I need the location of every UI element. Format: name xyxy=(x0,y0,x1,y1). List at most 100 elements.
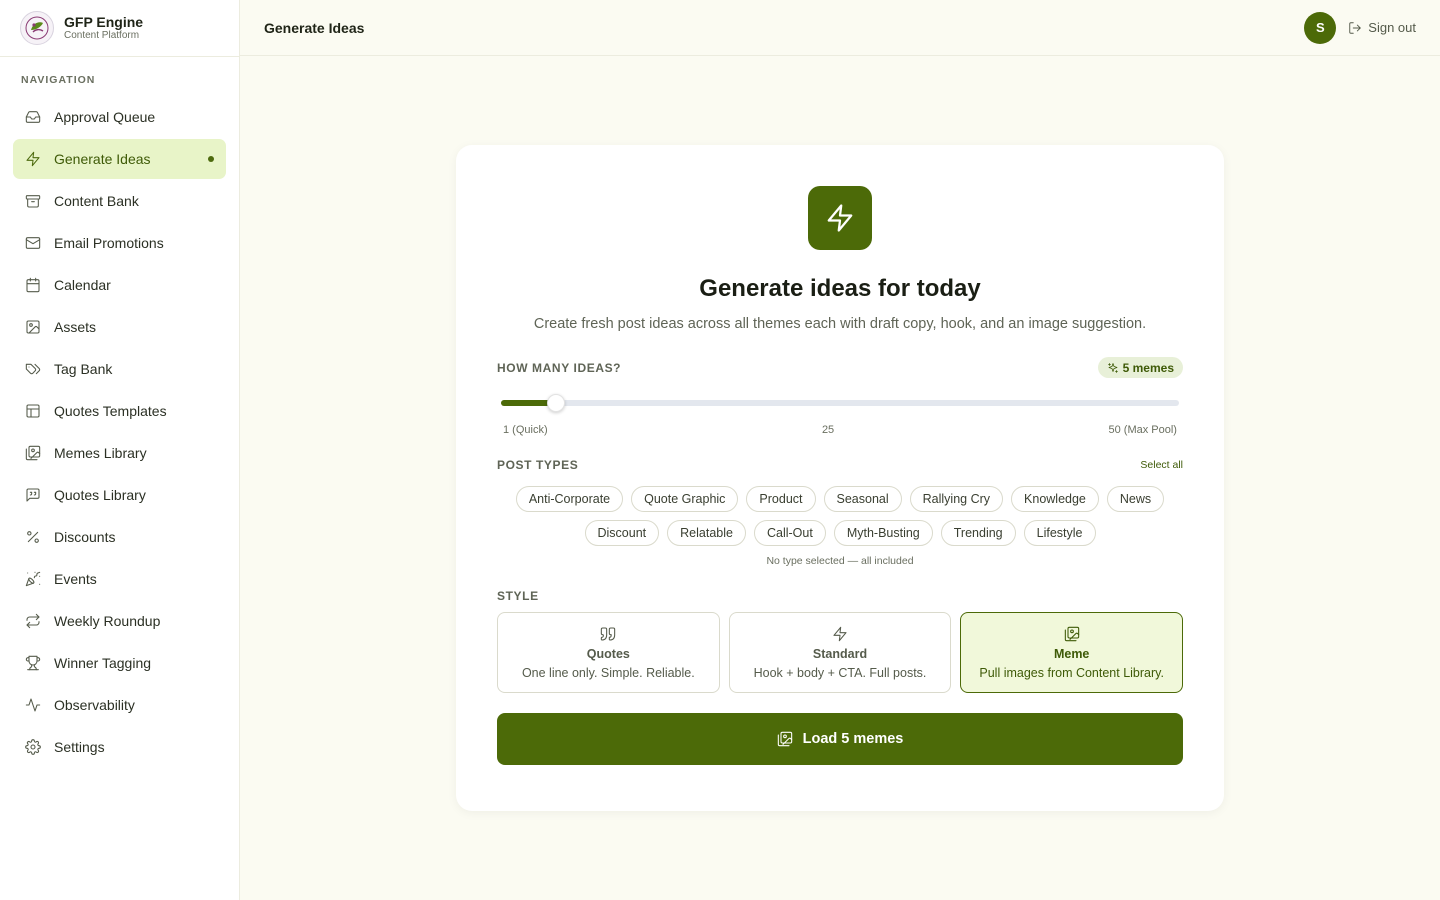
chip-seasonal[interactable]: Seasonal xyxy=(823,486,902,512)
post-type-chips: Anti-Corporate Quote Graphic Product Sea… xyxy=(505,486,1175,546)
sparkles-icon xyxy=(1107,362,1118,373)
card-title: Generate ideas for today xyxy=(699,275,981,302)
sidebar-item-approval-queue[interactable]: Approval Queue xyxy=(13,97,226,137)
chip-trending[interactable]: Trending xyxy=(940,520,1016,546)
chip-myth-busting[interactable]: Myth-Busting xyxy=(833,520,933,546)
slider-min-label: 1 (Quick) xyxy=(503,424,548,436)
sidebar-item-winner-tagging[interactable]: Winner Tagging xyxy=(13,643,226,683)
chip-quote-graphic[interactable]: Quote Graphic xyxy=(631,486,739,512)
sidebar-item-label: Memes Library xyxy=(54,445,147,461)
quote-icon xyxy=(601,626,616,641)
inbox-icon xyxy=(25,111,41,123)
chip-discount[interactable]: Discount xyxy=(584,520,660,546)
chip-anti-corporate[interactable]: Anti-Corporate xyxy=(515,486,624,512)
layout-icon xyxy=(26,404,40,418)
sidebar-item-label: Discounts xyxy=(54,529,116,545)
style-option-desc: Hook + body + CTA. Full posts. xyxy=(753,665,927,680)
sidebar-item-label: Calendar xyxy=(54,277,111,293)
style-option-name: Quotes xyxy=(586,646,630,661)
trophy-icon xyxy=(25,655,41,671)
sidebar-item-calendar[interactable]: Calendar xyxy=(13,265,226,305)
style-option-meme[interactable]: Meme Pull images from Content Library. xyxy=(960,612,1184,693)
brand-logo-icon xyxy=(20,11,54,45)
style-options: Quotes One line only. Simple. Reliable. … xyxy=(497,612,1184,693)
sidebar-item-events[interactable]: Events xyxy=(13,559,226,599)
brand-name: GFP Engine xyxy=(64,14,144,30)
chip-call-out[interactable]: Call-Out xyxy=(753,520,826,546)
tags-icon xyxy=(25,363,41,375)
chip-product[interactable]: Product xyxy=(746,486,816,512)
sidebar-item-label: Content Bank xyxy=(54,193,139,209)
page-title: Generate Ideas xyxy=(264,19,365,36)
sign-out-label: Sign out xyxy=(1368,20,1416,35)
sidebar-item-label: Approval Queue xyxy=(54,109,156,125)
sidebar-item-content-bank[interactable]: Content Bank xyxy=(13,181,226,221)
sidebar-item-label: Quotes Templates xyxy=(54,403,167,419)
count-label: HOW MANY IDEAS? xyxy=(497,360,622,375)
sidebar-item-label: Quotes Library xyxy=(54,487,146,503)
top-bar: Generate Ideas S Sign out xyxy=(240,0,1440,56)
activity-icon xyxy=(25,698,41,712)
images-icon xyxy=(25,445,41,461)
chip-relatable[interactable]: Relatable xyxy=(667,520,746,546)
slider-thumb[interactable] xyxy=(547,394,566,412)
avatar[interactable]: S xyxy=(1304,11,1337,44)
count-badge-label: 5 memes xyxy=(1122,360,1174,375)
sidebar-item-email-promotions[interactable]: Email Promotions xyxy=(13,223,226,263)
sidebar-item-label: Events xyxy=(54,571,97,587)
load-memes-button[interactable]: Load 5 memes xyxy=(497,713,1183,765)
brand[interactable]: GFP Engine Content Platform xyxy=(0,0,239,57)
sidebar: GFP Engine Content Platform NAVIGATION A… xyxy=(0,0,240,900)
sidebar-item-label: Generate Ideas xyxy=(54,151,151,167)
sidebar-nav: Approval Queue Generate Ideas Content Ba… xyxy=(0,97,239,767)
post-types-note: No type selected — all included xyxy=(766,555,914,567)
chip-knowledge[interactable]: Knowledge xyxy=(1011,486,1099,512)
sidebar-item-label: Email Promotions xyxy=(54,235,164,251)
brand-subtitle: Content Platform xyxy=(64,30,140,41)
slider-mid-label: 25 xyxy=(821,424,835,436)
gear-icon xyxy=(25,739,41,755)
style-option-standard[interactable]: Standard Hook + body + CTA. Full posts. xyxy=(728,612,952,693)
sidebar-item-label: Settings xyxy=(54,739,105,755)
chip-news[interactable]: News xyxy=(1106,486,1165,512)
sidebar-item-label: Assets xyxy=(54,319,97,335)
quote-message-icon xyxy=(26,488,40,502)
lightning-icon xyxy=(26,151,40,167)
style-option-name: Meme xyxy=(1053,646,1090,661)
images-icon xyxy=(777,731,792,747)
mail-icon xyxy=(25,237,41,249)
style-label: STYLE xyxy=(497,589,539,603)
sign-out-icon xyxy=(1349,21,1362,34)
sidebar-item-observability[interactable]: Observability xyxy=(13,685,226,725)
select-all-button[interactable]: Select all xyxy=(1140,459,1183,471)
chip-rallying-cry[interactable]: Rallying Cry xyxy=(909,486,1004,512)
repeat-icon xyxy=(26,613,40,629)
style-option-desc: Pull images from Content Library. xyxy=(979,665,1164,680)
sidebar-item-generate-ideas[interactable]: Generate Ideas xyxy=(13,139,226,179)
sidebar-item-quotes-templates[interactable]: Quotes Templates xyxy=(13,391,226,431)
slider-track xyxy=(501,400,1179,406)
party-icon xyxy=(25,571,41,587)
sidebar-item-memes-library[interactable]: Memes Library xyxy=(13,433,226,473)
sidebar-item-label: Observability xyxy=(54,697,135,713)
post-types-label: POST TYPES xyxy=(497,458,579,472)
load-button-label: Load 5 memes xyxy=(802,731,904,747)
sidebar-item-discounts[interactable]: Discounts xyxy=(13,517,226,557)
image-icon xyxy=(26,320,40,334)
nav-heading: NAVIGATION xyxy=(21,74,96,86)
style-option-quotes[interactable]: Quotes One line only. Simple. Reliable. xyxy=(497,612,720,693)
chip-lifestyle[interactable]: Lifestyle xyxy=(1023,520,1096,546)
style-option-name: Standard xyxy=(812,646,868,661)
lightning-icon xyxy=(833,626,847,641)
ideas-count-slider[interactable] xyxy=(501,393,1179,413)
slider-labels: 1 (Quick) 25 50 (Max Pool) xyxy=(503,424,1177,436)
sidebar-item-settings[interactable]: Settings xyxy=(13,727,226,767)
sidebar-item-weekly-roundup[interactable]: Weekly Roundup xyxy=(13,601,226,641)
slider-max-label: 50 (Max Pool) xyxy=(1108,424,1177,436)
sign-out-button[interactable]: Sign out xyxy=(1348,20,1416,35)
count-badge: 5 memes xyxy=(1097,357,1183,378)
sidebar-item-assets[interactable]: Assets xyxy=(13,307,226,347)
sidebar-item-tag-bank[interactable]: Tag Bank xyxy=(13,349,226,389)
sidebar-item-quotes-library[interactable]: Quotes Library xyxy=(13,475,226,515)
archive-icon xyxy=(25,195,41,208)
